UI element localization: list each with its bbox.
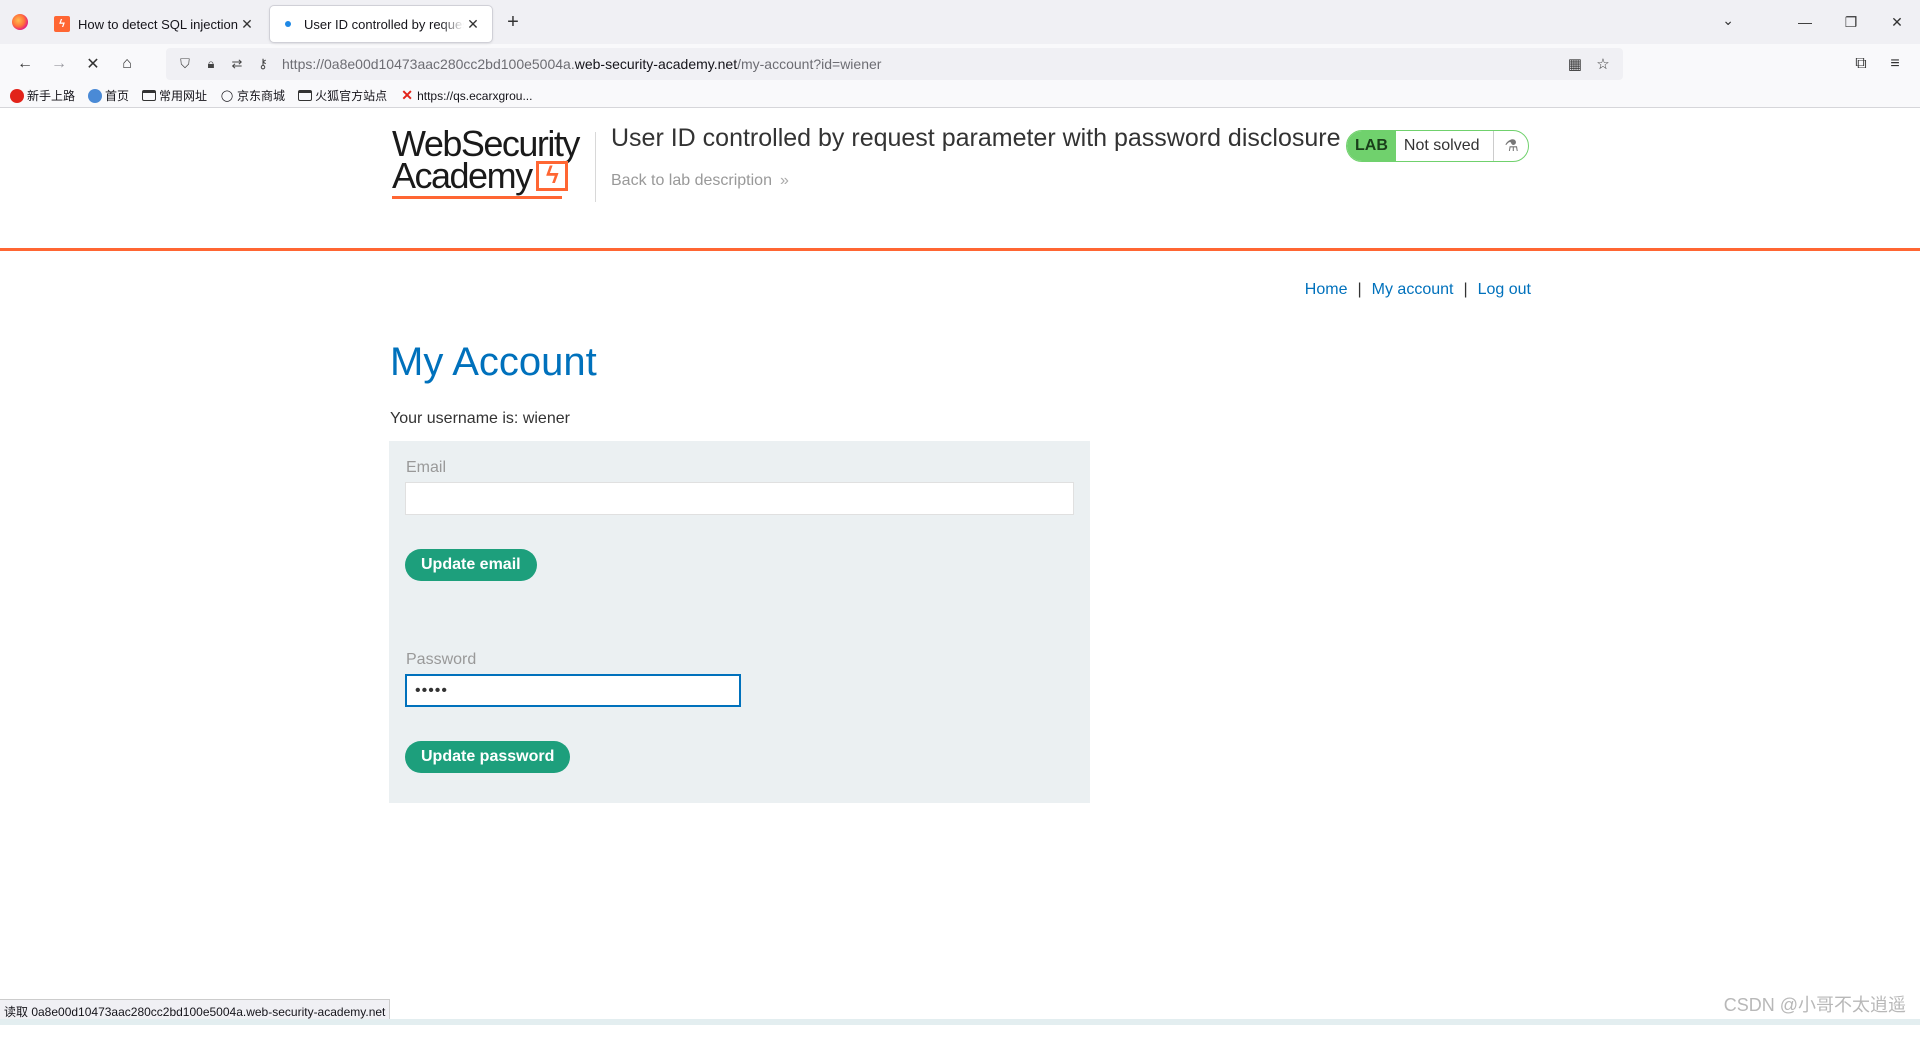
- restore-icon[interactable]: ❐: [1828, 14, 1874, 31]
- lightning-icon: ϟ: [535, 161, 568, 191]
- new-tab-button[interactable]: +: [496, 5, 530, 39]
- firefox-icon[interactable]: [0, 0, 40, 44]
- bookmark-star-icon[interactable]: ☆: [1589, 55, 1617, 73]
- qr-code-icon[interactable]: ▦: [1561, 55, 1589, 73]
- forward-icon[interactable]: →: [42, 48, 76, 80]
- bookmark-item[interactable]: 首页: [88, 87, 129, 104]
- page-content: WebSecurity Academy ϟ User ID controlled …: [0, 108, 1920, 1025]
- navigation-bar: ← → ✕ ⌂ ⛉ 🔒︎ ⇄ ⚷ https://0a8e00d10473aac…: [0, 44, 1920, 84]
- log-out-link[interactable]: Log out: [1478, 281, 1531, 298]
- portswigger-icon: ϟ: [54, 16, 70, 32]
- bookmark-item[interactable]: 新手上路: [10, 87, 75, 104]
- globe-icon: ◯: [220, 90, 234, 102]
- lab-status-text: Not solved: [1396, 131, 1495, 161]
- top-navigation: Home | My account | Log out: [1304, 281, 1531, 298]
- bookmark-item[interactable]: ✕ https://qs.ecarxgrou...: [400, 87, 532, 103]
- back-icon[interactable]: ←: [8, 48, 42, 80]
- logo-underline: [392, 196, 562, 199]
- password-input[interactable]: •••••: [405, 674, 741, 707]
- key-icon[interactable]: ⚷: [250, 56, 276, 72]
- bookmarks-toolbar: 新手上路 首页 常用网址 ◯ 京东商城 火狐官方站点 ✕ https://qs.ec…: [0, 84, 1920, 108]
- tab-user-id-lab[interactable]: User ID controlled by request parameter …: [270, 6, 492, 42]
- lab-badge: LAB: [1347, 131, 1396, 161]
- window-controls: — ❐ ✕: [1782, 0, 1920, 44]
- close-window-icon[interactable]: ✕: [1874, 14, 1920, 31]
- shield-icon[interactable]: ⛉: [172, 56, 198, 72]
- close-icon[interactable]: ✕: [238, 16, 256, 33]
- bookmark-item[interactable]: 常用网址: [142, 87, 207, 104]
- close-icon[interactable]: ✕: [464, 16, 482, 33]
- update-password-button[interactable]: Update password: [405, 741, 571, 773]
- lab-title: User ID controlled by request parameter …: [611, 124, 1341, 152]
- tab-sql-injection[interactable]: ϟ How to detect SQL injection ✕: [44, 6, 266, 42]
- home-icon[interactable]: ⌂: [110, 48, 144, 80]
- menu-icon[interactable]: ≡: [1878, 48, 1912, 80]
- web-security-academy-logo[interactable]: WebSecurity Academy ϟ: [392, 126, 592, 199]
- email-input[interactable]: [405, 482, 1074, 515]
- lock-icon[interactable]: 🔒︎: [198, 56, 224, 72]
- folder-icon: [142, 90, 157, 101]
- stop-icon[interactable]: ✕: [76, 48, 110, 80]
- home-link[interactable]: Home: [1305, 281, 1348, 298]
- page-title: My Account: [390, 340, 597, 384]
- bookmark-item[interactable]: 火狐官方站点: [298, 87, 387, 104]
- permissions-icon[interactable]: ⇄: [224, 56, 250, 72]
- tab-title: How to detect SQL injection: [78, 16, 238, 32]
- globe-icon: [88, 88, 103, 103]
- update-email-button[interactable]: Update email: [405, 549, 537, 581]
- url-text[interactable]: https://0a8e00d10473aac280cc2bd100e5004a…: [282, 56, 1561, 72]
- folder-icon: [298, 90, 313, 101]
- url-bar[interactable]: ⛉ 🔒︎ ⇄ ⚷ https://0a8e00d10473aac280cc2bd…: [166, 48, 1623, 80]
- email-label: Email: [406, 459, 447, 476]
- extensions-icon[interactable]: ⧉: [1844, 48, 1878, 80]
- tab-bar: ϟ How to detect SQL injection ✕ User ID …: [0, 0, 1920, 44]
- account-form: Email Update email Password ••••• Update…: [389, 441, 1090, 803]
- browser-status-bar: 读取 0a8e00d10473aac280cc2bd100e5004a.web-…: [0, 999, 391, 1019]
- bookmark-item[interactable]: ◯ 京东商城: [220, 87, 285, 104]
- tab-title: User ID controlled by request parameter: [304, 16, 464, 32]
- lab-header: WebSecurity Academy ϟ User ID controlled …: [0, 108, 1920, 251]
- watermark: CSDN @小哥不太逍遥: [1723, 995, 1906, 1015]
- firefox-bookmark-icon: [10, 88, 24, 103]
- back-to-lab-description-link[interactable]: Back to lab description»: [611, 172, 789, 190]
- minimize-icon[interactable]: —: [1782, 14, 1828, 30]
- username-text: Your username is: wiener: [390, 410, 570, 427]
- flask-icon: ⚗: [1504, 138, 1519, 155]
- my-account-link[interactable]: My account: [1372, 281, 1454, 298]
- x-icon: ✕: [401, 87, 413, 103]
- loading-icon: [285, 21, 291, 27]
- double-chevron-right-icon: »: [779, 172, 789, 189]
- password-label: Password: [406, 651, 477, 668]
- chevron-down-icon[interactable]: ⌄: [1722, 12, 1734, 29]
- divider: [595, 132, 596, 202]
- lab-status-widget: LAB Not solved ⚗: [1346, 130, 1530, 162]
- bottom-strip: [0, 1019, 1920, 1025]
